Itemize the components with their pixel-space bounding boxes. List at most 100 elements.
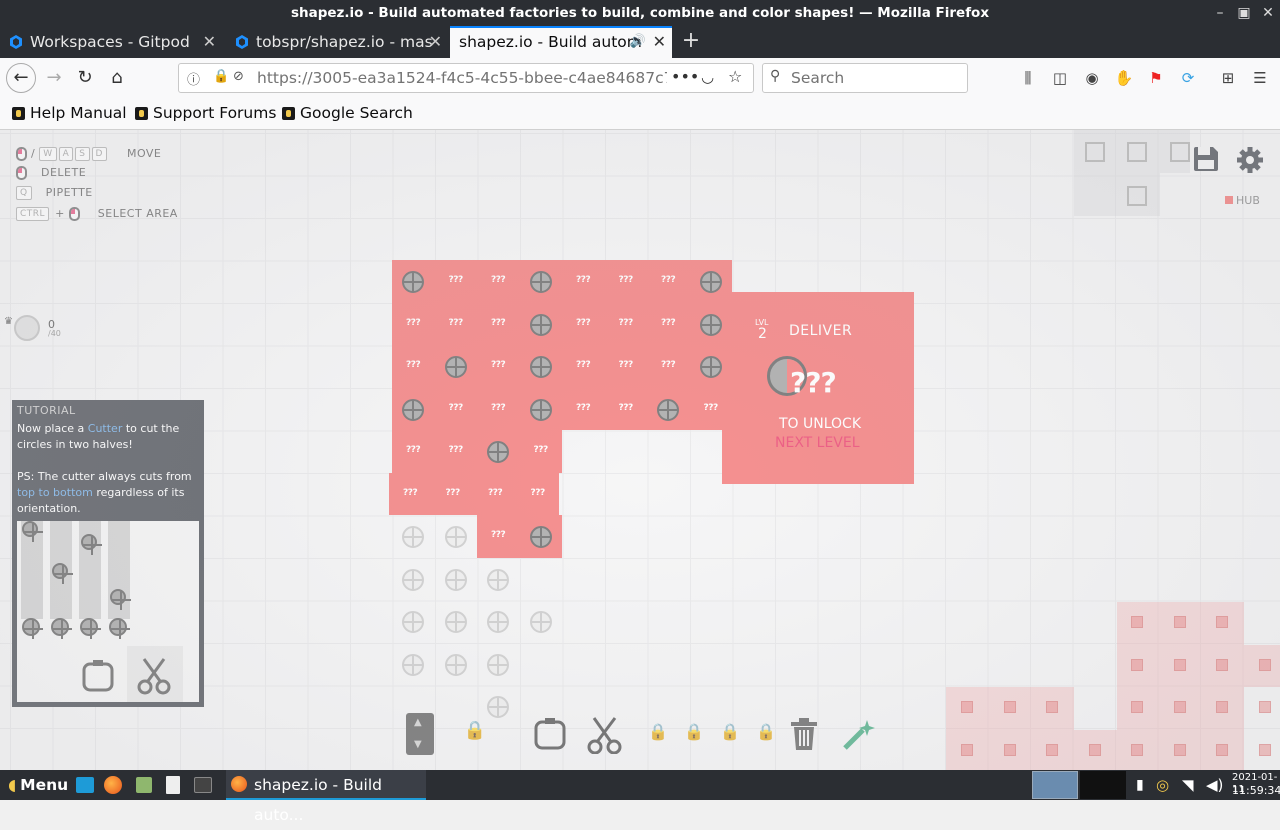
constructed-tile[interactable]: ???	[477, 260, 520, 303]
tab-shapez[interactable]: shapez.io - Build autom 🔊 ✕	[450, 26, 672, 58]
pocket-icon[interactable]: ◡	[701, 68, 714, 86]
bookmark-google-search[interactable]: Google Search	[280, 98, 413, 129]
volume-icon[interactable]: ◀)	[1206, 770, 1223, 800]
text-editor-icon[interactable]	[166, 776, 180, 794]
mouse-icon	[16, 166, 27, 180]
trash-tool-button[interactable]	[784, 716, 824, 756]
maximize-icon[interactable]: ▣	[1232, 0, 1256, 26]
bookmark-help-manual[interactable]: Help Manual	[10, 98, 127, 129]
hub-building[interactable]: LVL 2 DELIVER ??? TO UNLOCK NEXT LEVEL	[722, 292, 914, 484]
rotator-tool-button[interactable]	[530, 716, 570, 756]
info-icon[interactable]: ⓘ	[187, 69, 200, 88]
bookmark-star-icon[interactable]: ☆	[728, 67, 742, 86]
magic-wand-button[interactable]	[838, 716, 878, 756]
game-canvas[interactable]: / W A S D MOVE DELETE Q PIPETTE CTRL + SELECT…	[0, 130, 1280, 770]
close-tab-icon[interactable]: ✕	[653, 28, 666, 56]
extensions-icon[interactable]: ⊞	[1218, 68, 1238, 88]
tab-gitpod[interactable]: Workspaces - Gitpod ✕	[0, 26, 222, 58]
tile-placeholder-text: ???	[576, 402, 591, 413]
grid-icon	[1127, 142, 1147, 162]
constructed-tile[interactable]: ???	[477, 515, 520, 558]
circle-deposit-icon	[487, 653, 509, 676]
clock-time[interactable]: 11:59:34	[1232, 784, 1280, 814]
back-icon[interactable]: ←	[6, 63, 36, 93]
sidebar-icon[interactable]: ◫	[1050, 68, 1070, 88]
minimize-icon[interactable]: –	[1208, 0, 1232, 26]
speaker-icon[interactable]: 🔊	[630, 28, 646, 56]
close-window-icon[interactable]: ✕	[1256, 0, 1280, 26]
extension-red-icon[interactable]: ⚑	[1146, 68, 1166, 88]
page-actions-icon[interactable]: •••	[671, 67, 699, 86]
pale-tile-mark	[1174, 744, 1186, 756]
file-manager-icon[interactable]	[136, 777, 152, 793]
circle-shape-icon	[402, 398, 424, 421]
tile-placeholder-text: ???	[406, 317, 421, 328]
library-icon[interactable]: ⫼	[1018, 68, 1038, 88]
tile-placeholder-text: ???	[576, 317, 591, 328]
tab-github[interactable]: tobspr/shapez.io - mas ✕	[226, 26, 448, 58]
ublock-icon[interactable]: ✋	[1114, 68, 1134, 88]
pale-tile-mark	[1216, 659, 1228, 671]
constructed-tile[interactable]: ???	[392, 345, 435, 388]
constructed-tile[interactable]: ???	[389, 472, 432, 515]
constructed-tile[interactable]: ???	[477, 387, 520, 430]
wifi-icon[interactable]: ◥	[1182, 770, 1194, 800]
constructed-tile[interactable]: ???	[647, 302, 690, 345]
reload-icon[interactable]: ↻	[71, 64, 99, 92]
new-tab-button[interactable]: +	[680, 26, 702, 58]
workspace-2[interactable]	[1080, 771, 1126, 799]
forward-icon[interactable]: →	[40, 64, 68, 92]
battery-icon[interactable]: ▮	[1136, 770, 1144, 800]
show-desktop-icon[interactable]	[76, 777, 94, 793]
constructed-tile[interactable]: ???	[392, 302, 435, 345]
constructed-tile[interactable]: ???	[562, 302, 605, 345]
home-icon[interactable]: ⌂	[103, 64, 131, 92]
constructed-tile[interactable]: ???	[604, 302, 647, 345]
taskbar-window-firefox[interactable]: shapez.io - Build auto...	[226, 770, 426, 824]
constructed-tile[interactable]: ???	[434, 302, 477, 345]
bookmark-support-forums[interactable]: Support Forums	[133, 98, 276, 129]
url-bar[interactable]: ⓘ 🔒 ⊘ https://3005-ea3a1524-f4c5-4c55-bb…	[178, 63, 754, 93]
firefox-launcher-icon[interactable]	[104, 776, 122, 794]
workspace-1[interactable]	[1032, 771, 1078, 799]
terminal-icon[interactable]	[194, 777, 212, 793]
save-icon[interactable]	[1192, 145, 1220, 173]
account-icon[interactable]: ◉	[1082, 68, 1102, 88]
constructed-tile[interactable]: ???	[647, 260, 690, 303]
firefox-icon	[231, 776, 247, 792]
constructed-tile[interactable]: ???	[474, 472, 517, 515]
constructed-tile[interactable]: ???	[434, 430, 477, 473]
circle-shape-icon	[22, 521, 43, 542]
settings-gear-icon[interactable]	[1236, 146, 1264, 174]
lock-icon[interactable]: 🔒	[213, 69, 229, 84]
constructed-tile[interactable]: ???	[519, 430, 562, 473]
constructed-tile[interactable]: ???	[604, 387, 647, 430]
belt-tool-button[interactable]: ▲ ▼	[406, 713, 434, 755]
constructed-tile[interactable]: ???	[431, 472, 474, 515]
pale-tile-mark	[1174, 701, 1186, 713]
start-menu[interactable]: ◖ Menu	[8, 770, 68, 800]
extension-blue-icon[interactable]: ⟳	[1178, 68, 1198, 88]
constructed-tile[interactable]: ???	[562, 387, 605, 430]
close-tab-icon[interactable]: ✕	[203, 26, 216, 58]
locked-slot-icon: 🔒	[463, 720, 487, 741]
update-icon[interactable]: ◎	[1156, 770, 1169, 800]
constructed-tile[interactable]: ???	[562, 345, 605, 388]
arrow-up-icon: ▲	[414, 717, 422, 728]
constructed-tile[interactable]: ???	[604, 345, 647, 388]
constructed-tile[interactable]: ???	[477, 345, 520, 388]
constructed-tile[interactable]: ???	[562, 260, 605, 303]
constructed-tile[interactable]: ???	[434, 387, 477, 430]
constructed-tile[interactable]: ???	[604, 260, 647, 303]
menu-icon[interactable]: ☰	[1250, 68, 1270, 88]
constructed-tile[interactable]: ???	[392, 430, 435, 473]
constructed-tile[interactable]: ???	[647, 345, 690, 388]
constructed-tile[interactable]: ???	[477, 302, 520, 345]
tile-placeholder-text: ???	[448, 402, 464, 413]
search-box[interactable]: ⚲ Search	[762, 63, 968, 93]
close-tab-icon[interactable]: ✕	[429, 26, 442, 58]
permissions-icon[interactable]: ⊘	[233, 69, 244, 84]
constructed-tile[interactable]: ???	[434, 260, 477, 303]
cutter-tool-button[interactable]	[584, 716, 624, 756]
constructed-tile[interactable]: ???	[516, 472, 559, 515]
